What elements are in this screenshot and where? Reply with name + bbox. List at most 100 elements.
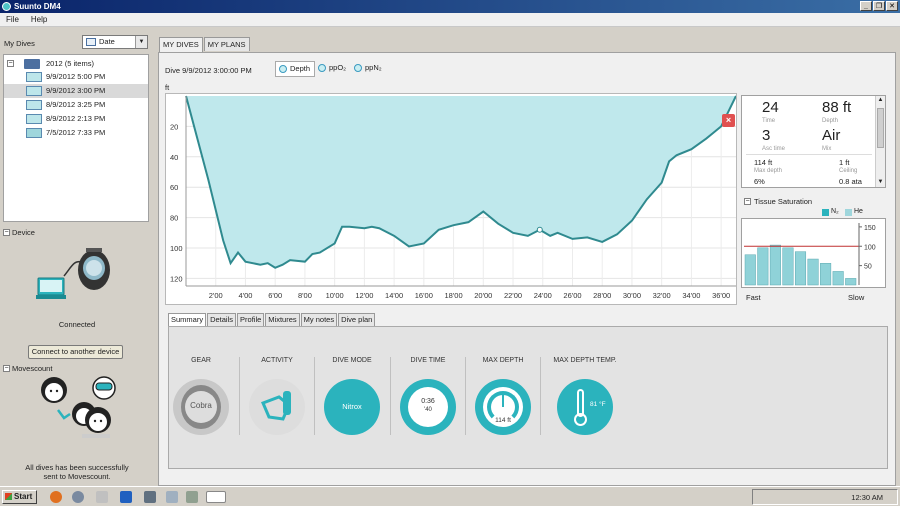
dive-computer-icon: Cobra [173,379,229,435]
tab-summary[interactable]: Summary [168,313,207,326]
dive-mode-label: DIVE MODE [332,357,372,364]
sort-dropdown[interactable]: Date ▼ [82,35,148,49]
dive-thumbnail-icon [26,72,42,82]
graph-tab-label: Depth [290,64,311,73]
restore-button[interactable]: ❐ [873,1,885,11]
thermometer-icon: 81 °F [557,379,613,435]
tool-icon[interactable] [186,491,198,503]
legend-n2-swatch [822,209,829,216]
connect-device-button[interactable]: Connect to another device [28,345,123,359]
dive-time-seconds: '40 [424,407,432,413]
tissue-collapse-icon[interactable]: − [744,198,751,205]
device-section-label: Device [12,228,35,237]
movescount-collapse-icon[interactable]: − [3,365,10,372]
graph-tab-label: ppO₂ [329,63,347,72]
x-tick-label: 20'00 [474,291,492,300]
tab-mixtures[interactable]: Mixtures [265,313,300,326]
activity-column: ACTIVITY [240,357,314,435]
dive-mode-value: Nitrox [342,402,362,411]
tissue-bar [744,254,756,286]
depth-icon [279,65,287,73]
app-icon [2,2,11,11]
device-collapse-icon[interactable]: − [3,229,10,236]
graph-tab-label: ppN₂ [365,63,382,72]
legend-n2: N₂ [831,208,839,215]
list-item[interactable]: 8/9/2012 2:13 PM [4,112,148,126]
app-icon[interactable] [96,491,108,503]
info-scrollbar[interactable]: ▲ ▼ [875,96,885,187]
x-tick-label: 8'00 [298,291,312,300]
dive-mode-column: DIVE MODE Nitrox [315,357,389,435]
list-item[interactable]: 8/9/2012 3:25 PM [4,98,148,112]
mix-label: Mix [822,146,832,152]
list-item-selected[interactable]: 9/9/2012 3:00 PM [4,84,148,98]
depth-chart-svg[interactable]: 20 40 60 80 100 120 2'00 4'00 6'00 8'00 10'00 12'00… [166,94,736,304]
menu-file[interactable]: File [6,13,19,26]
fast-label: Fast [746,293,761,302]
bluetooth-icon[interactable] [120,491,132,503]
menu-help[interactable]: Help [31,13,47,26]
device-connection-icon [36,248,110,299]
scroll-down-icon[interactable]: ▼ [876,178,885,187]
main-tabs: MY DIVES MY PLANS [159,37,251,52]
terminal-icon[interactable] [144,491,156,503]
tissue-bar [794,251,807,286]
chevron-down-icon[interactable]: ▼ [135,36,147,48]
tissue-bar [757,247,769,286]
tissue-bar [845,278,857,286]
tissue-chart-svg: 50 100 150 [744,223,876,286]
slow-label: Slow [848,293,865,302]
firefox-icon[interactable] [50,491,62,503]
gear-column: GEAR Cobra [164,357,238,435]
list-item[interactable]: 7/5/2012 7:33 PM [4,126,148,140]
max-depth-label: Max depth [754,168,783,174]
tab-details[interactable]: Details [207,313,237,326]
tab-my-dives[interactable]: MY DIVES [159,37,203,52]
tissue-saturation-chart: 50 100 150 [741,218,886,288]
close-button[interactable]: ✕ [886,1,898,11]
max-depth-temp-column: MAX DEPTH TEMP. 81 °F [541,357,629,435]
dive-date: 8/9/2012 2:13 PM [46,114,106,123]
tissue-bar [820,263,832,286]
movescount-divers-icon [41,376,116,438]
window-title: Suunto DM4 [14,2,61,11]
x-tick-label: 30'00 [623,291,641,300]
list-item[interactable]: 9/9/2012 5:00 PM [4,70,148,84]
tab-dive-plan[interactable]: Dive plan [338,313,376,326]
network-icon[interactable] [166,491,178,503]
legend-he-swatch [845,209,852,216]
time-label: Time [762,118,776,124]
my-dives-label: My Dives [4,39,35,48]
scroll-thumb[interactable] [877,108,884,148]
graph-tab-ppn2[interactable]: ppN₂ [351,61,386,77]
media-icon[interactable] [72,491,84,503]
legend-he: He [854,208,863,215]
suunto-taskbar-icon[interactable] [206,491,226,503]
movescount-message-line1: All dives has been successfully [25,463,129,472]
tissue-bar [832,271,844,286]
graph-tab-ppo2[interactable]: ppO₂ [315,61,350,77]
graph-tab-depth[interactable]: Depth [275,61,316,77]
y-tick-label: 100 [170,244,183,253]
collapse-icon[interactable]: − [7,60,14,67]
depth-label: Depth [822,118,839,124]
tree-group-2012[interactable]: − 2012 (5 items) [4,57,148,71]
y-tick-label: 100 [864,244,876,251]
tab-profile[interactable]: Profile [237,313,265,326]
current-position-marker [536,226,543,233]
gear-label: GEAR [191,357,211,364]
tab-my-notes[interactable]: My notes [300,313,338,326]
title-bar: Suunto DM4 _ ❐ ✕ [0,0,900,13]
tab-my-plans[interactable]: MY PLANS [203,37,250,51]
dive-date: 9/9/2012 3:00 PM [46,86,106,95]
depth-chart[interactable]: 20 40 60 80 100 120 2'00 4'00 6'00 8'00 10'00 12'00… [165,93,737,305]
folder-icon [24,59,40,69]
dive-time-label: DIVE TIME [410,357,446,364]
start-button[interactable]: Start [2,490,37,504]
x-tick-label: 6'00 [268,291,282,300]
scroll-up-icon[interactable]: ▲ [876,96,885,105]
depth-area [186,96,736,268]
alarm-icon[interactable]: × [722,114,735,127]
gauge-icon: 114 ft [475,379,531,435]
minimize-button[interactable]: _ [860,1,872,11]
